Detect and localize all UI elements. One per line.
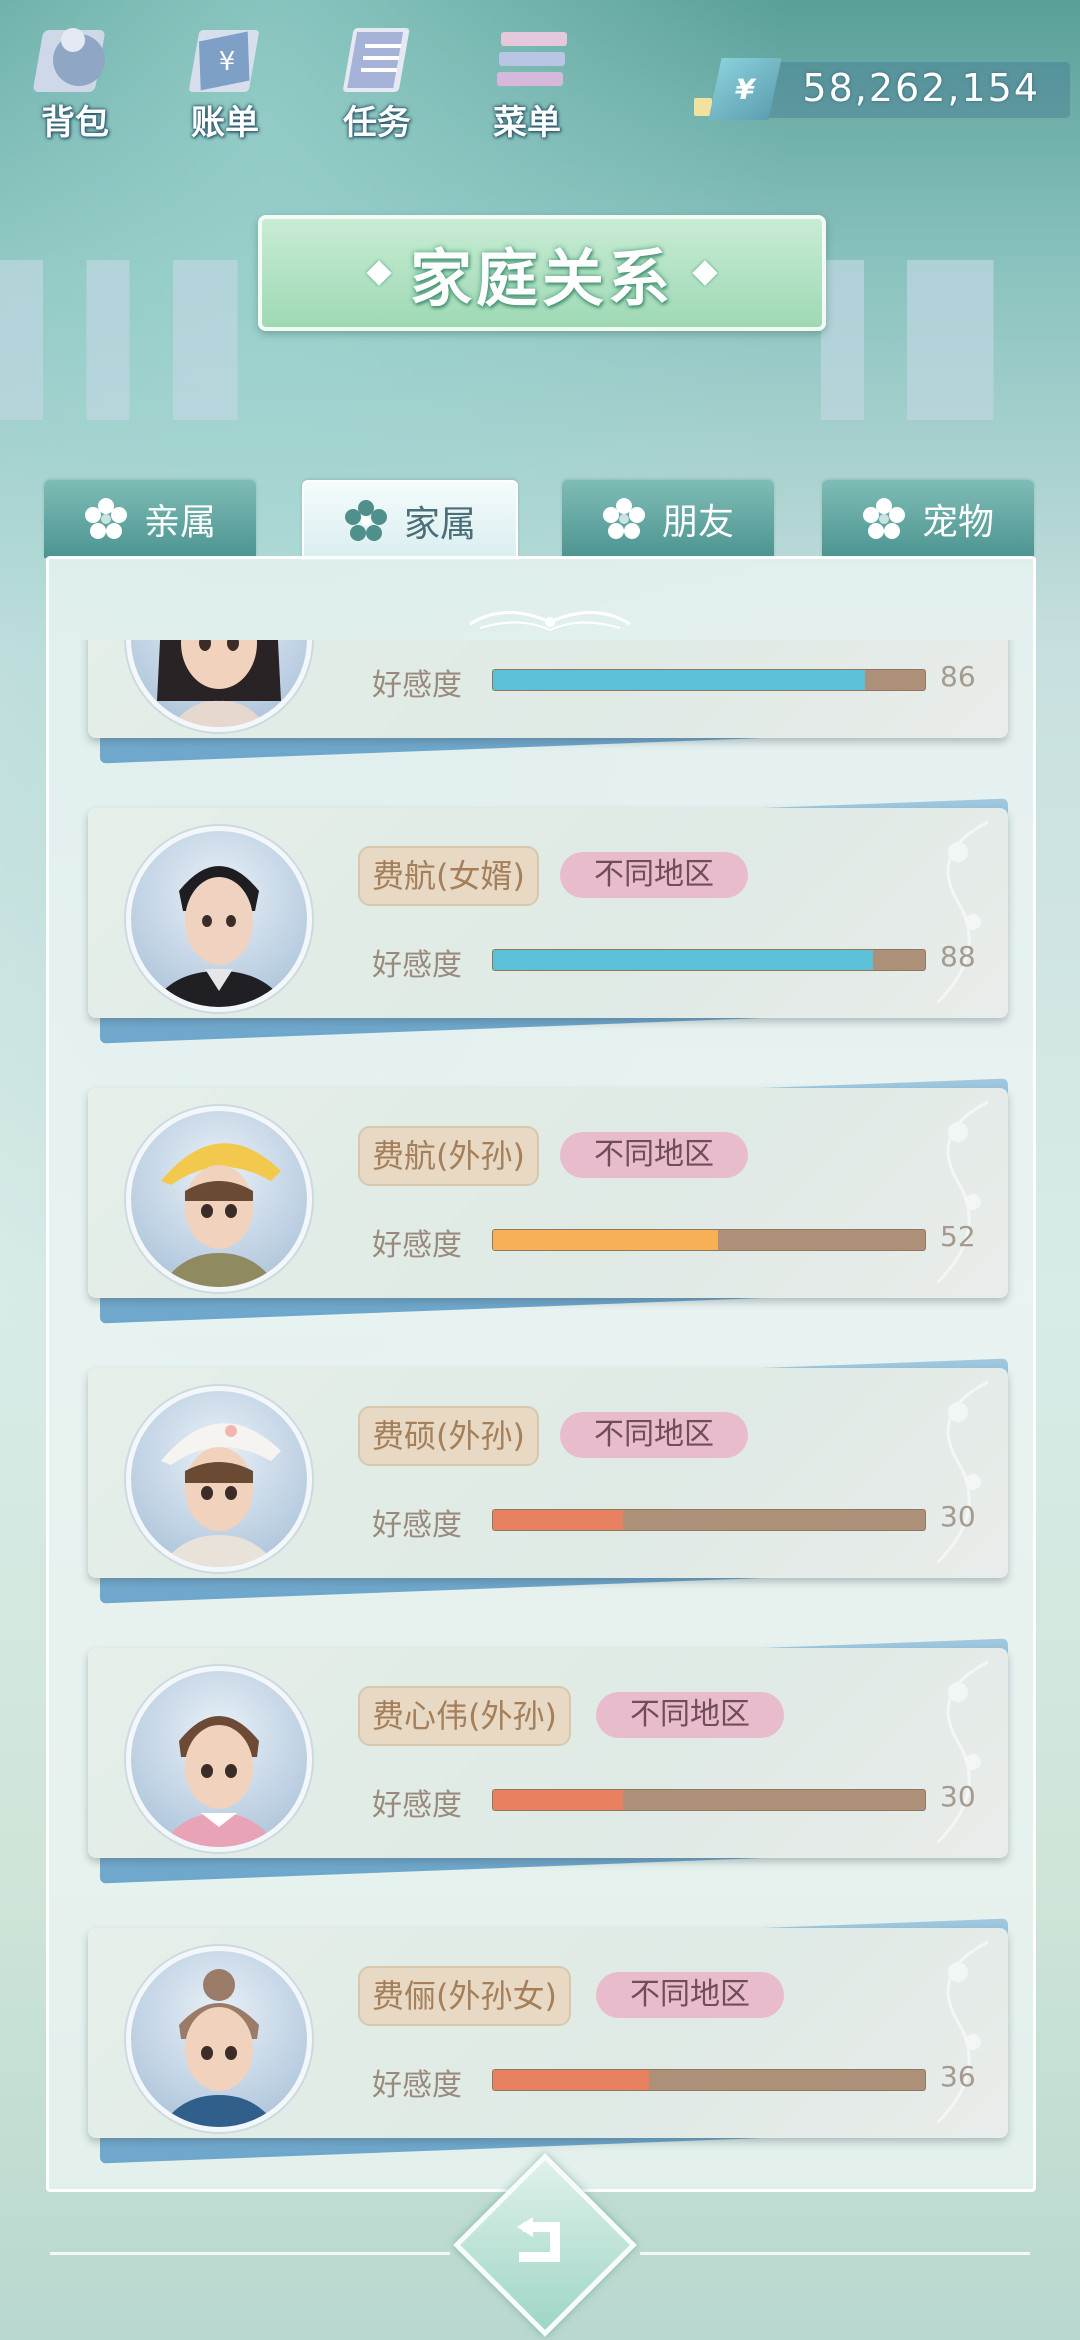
list-item[interactable]: 费心伟(外孙) 不同地区 好感度 30 xyxy=(80,1638,1020,1884)
bag-icon xyxy=(25,10,125,105)
tab-label: 宠物 xyxy=(921,502,994,543)
vine-decoration-icon xyxy=(936,1380,989,1564)
affinity-value: 86 xyxy=(940,660,976,693)
page-title-banner: 家庭关系 xyxy=(258,215,826,331)
page-title: 家庭关系 xyxy=(409,242,674,315)
name-tag: 费硕(外孙) xyxy=(358,1406,539,1466)
affinity-bar xyxy=(492,669,926,691)
family-list[interactable]: 好感度 86 费航(女婿) 不同地区 好感度 88 费航(外孙) 不同地区 好感… xyxy=(80,640,1020,2180)
region-tag: 不同地区 xyxy=(560,1412,748,1458)
affinity-label: 好感度 xyxy=(372,1228,462,1263)
name-tag: 费航(外孙) xyxy=(358,1126,539,1186)
affinity-label: 好感度 xyxy=(372,668,462,703)
name-tag: 费俪(外孙女) xyxy=(358,1966,571,2026)
vine-decoration-icon xyxy=(936,1660,989,1844)
bill-icon: ¥ xyxy=(175,10,275,105)
bag-button[interactable]: 背包 xyxy=(10,10,140,150)
vine-decoration-icon xyxy=(936,820,989,1004)
avatar xyxy=(126,1666,312,1852)
flower-icon xyxy=(84,497,128,541)
bill-button[interactable]: ¥ 账单 xyxy=(160,10,290,150)
tab-label: 家属 xyxy=(403,504,476,545)
affinity-label: 好感度 xyxy=(372,2068,462,2103)
diamond-icon xyxy=(692,260,718,286)
avatar xyxy=(126,1386,312,1572)
money-value: 58,262,154 xyxy=(802,66,1040,110)
affinity-bar xyxy=(492,1789,926,1811)
tab-relatives[interactable]: 亲属 xyxy=(44,480,256,558)
flower-icon xyxy=(602,497,646,541)
menu-icon xyxy=(477,10,577,105)
region-tag: 不同地区 xyxy=(596,1692,784,1738)
region-tag: 不同地区 xyxy=(560,852,748,898)
flower-icon xyxy=(344,499,388,543)
decorative-line xyxy=(640,2252,1030,2255)
avatar xyxy=(126,1106,312,1292)
tab-pets[interactable]: 宠物 xyxy=(822,480,1034,558)
affinity-bar xyxy=(492,1229,926,1251)
task-button[interactable]: 任务 xyxy=(312,10,442,150)
name-tag: 费心伟(外孙) xyxy=(358,1686,571,1746)
tab-label: 亲属 xyxy=(143,502,216,543)
task-icon xyxy=(327,10,427,105)
list-item[interactable]: 好感度 86 xyxy=(80,640,1020,764)
name-tag: 费航(女婿) xyxy=(358,846,539,906)
tab-friends[interactable]: 朋友 xyxy=(562,480,774,558)
affinity-value: 88 xyxy=(940,940,976,973)
avatar xyxy=(126,826,312,1012)
tab-family[interactable]: 家属 xyxy=(302,480,518,560)
ornament-icon xyxy=(469,611,631,632)
menu-button[interactable]: 菜单 xyxy=(462,10,592,150)
back-arrow-icon xyxy=(490,2190,590,2290)
avatar xyxy=(126,640,312,732)
affinity-bar xyxy=(492,949,926,971)
vine-decoration-icon xyxy=(936,1940,989,2124)
affinity-value: 52 xyxy=(940,1220,976,1253)
affinity-value: 30 xyxy=(940,1780,976,1813)
diamond-icon xyxy=(366,260,392,286)
svg-text:¥: ¥ xyxy=(219,47,236,77)
region-tag: 不同地区 xyxy=(560,1132,748,1178)
affinity-label: 好感度 xyxy=(372,948,462,983)
list-item[interactable]: 费俪(外孙女) 不同地区 好感度 36 xyxy=(80,1918,1020,2164)
vine-decoration-icon xyxy=(936,1100,989,1284)
affinity-value: 36 xyxy=(940,2060,976,2093)
affinity-label: 好感度 xyxy=(372,1508,462,1543)
avatar xyxy=(126,1946,312,2132)
affinity-bar xyxy=(492,1509,926,1531)
list-item[interactable]: 费硕(外孙) 不同地区 好感度 30 xyxy=(80,1358,1020,1604)
region-tag: 不同地区 xyxy=(596,1972,784,2018)
affinity-label: 好感度 xyxy=(372,1788,462,1823)
list-item[interactable]: 费航(外孙) 不同地区 好感度 52 xyxy=(80,1078,1020,1324)
tab-label: 朋友 xyxy=(661,502,734,543)
list-item[interactable]: 费航(女婿) 不同地区 好感度 88 xyxy=(80,798,1020,1044)
affinity-value: 30 xyxy=(940,1500,976,1533)
decorative-line xyxy=(50,2252,450,2255)
affinity-bar xyxy=(492,2069,926,2091)
flower-icon xyxy=(862,497,906,541)
